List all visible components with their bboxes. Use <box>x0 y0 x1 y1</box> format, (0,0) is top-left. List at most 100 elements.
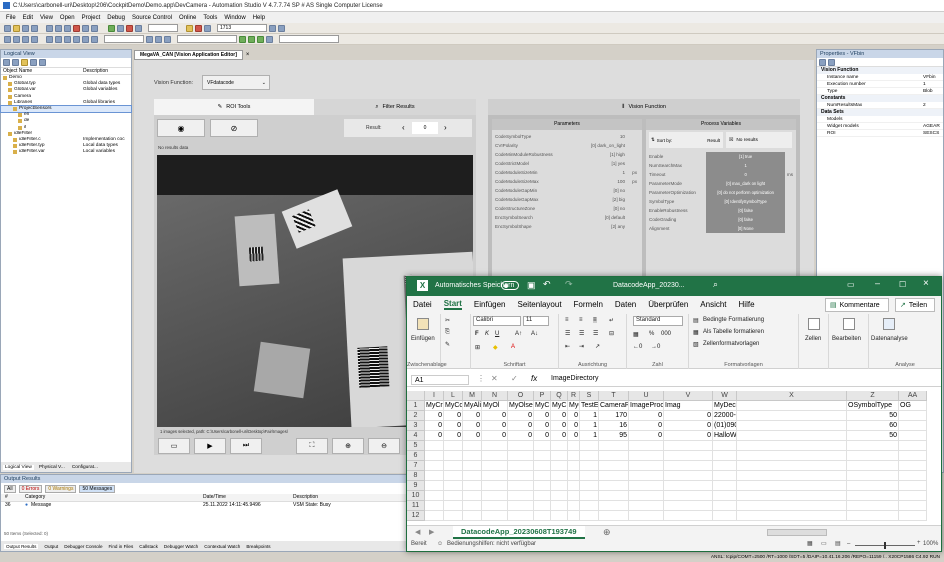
table-cell[interactable] <box>551 461 568 471</box>
table-cell[interactable] <box>551 441 568 451</box>
table-cell[interactable]: 0 <box>463 431 482 441</box>
filter-messages-button[interactable]: 50 Messages <box>79 484 116 493</box>
find-next-icon[interactable] <box>278 24 285 32</box>
table-cell[interactable] <box>534 451 551 461</box>
menu-item[interactable]: Window <box>224 15 245 21</box>
redo-icon[interactable] <box>91 24 98 32</box>
ribbon-tab[interactable]: Überprüfen <box>648 300 688 309</box>
table-cell[interactable] <box>899 411 927 421</box>
add-object-icon[interactable] <box>3 59 10 66</box>
table-cell[interactable]: 0 <box>425 421 444 431</box>
table-cell[interactable] <box>568 451 580 461</box>
maximize-icon[interactable]: ☐ <box>899 280 906 289</box>
alphabetical-icon[interactable] <box>828 58 835 66</box>
property-section[interactable]: Vision Function <box>817 67 943 74</box>
property-section[interactable]: Constants <box>817 95 943 102</box>
table-cell[interactable] <box>664 491 713 501</box>
table-cell[interactable] <box>444 441 463 451</box>
menu-item[interactable]: Debug <box>107 15 125 21</box>
share-button[interactable]: ↗ Teilen <box>895 298 935 312</box>
redo-icon[interactable]: ↷ <box>565 279 573 290</box>
table-cell[interactable] <box>551 501 568 511</box>
table-cell[interactable] <box>551 481 568 491</box>
table-cell[interactable] <box>847 441 899 451</box>
process-variable-row[interactable]: Enable [1] true <box>649 152 793 161</box>
table-cell[interactable] <box>629 491 664 501</box>
undo-icon[interactable] <box>82 24 89 32</box>
italic-icon[interactable]: K <box>485 331 489 337</box>
zoom-in-icon[interactable] <box>46 35 53 43</box>
parameter-row[interactable]: CodeStructureZone [0] no <box>495 204 639 213</box>
row-header[interactable]: 12 <box>407 511 425 521</box>
align-bottom-icon[interactable]: ≡ <box>593 317 597 323</box>
step-into-icon[interactable] <box>239 35 246 43</box>
add-sheet-icon[interactable]: ⊕ <box>603 527 611 538</box>
table-cell[interactable] <box>664 501 713 511</box>
sheet-tab-active[interactable]: DatacodeApp_20230608T193749 <box>453 526 585 539</box>
table-cell[interactable] <box>580 441 599 451</box>
table-cell[interactable]: 50 <box>847 431 899 441</box>
uncomment-icon[interactable] <box>31 35 38 43</box>
table-cell[interactable]: 0 <box>482 431 508 441</box>
table-cell[interactable]: MyC <box>551 401 568 411</box>
prev-result-icon[interactable]: ‹ <box>402 123 405 132</box>
autosave-toggle[interactable] <box>501 281 519 290</box>
table-row[interactable]: 36 ● Message 25.11.2022 14:11:45.9496 VS… <box>1 502 419 510</box>
table-cell[interactable] <box>713 471 737 481</box>
tab-filter-results[interactable]: ⌕ Filter Results <box>314 99 476 115</box>
table-cell[interactable] <box>508 451 534 461</box>
property-row[interactable]: Execution number 1 <box>817 81 943 88</box>
table-cell[interactable]: MyOi <box>568 401 580 411</box>
table-cell[interactable]: 0 <box>444 411 463 421</box>
table-cell[interactable] <box>737 431 847 441</box>
row-header[interactable]: 7 <box>407 461 425 471</box>
fast-forward-button[interactable]: ⏭ <box>230 438 262 454</box>
table-cell[interactable] <box>713 481 737 491</box>
font-color-icon[interactable]: A <box>511 344 515 350</box>
table-cell[interactable] <box>534 501 551 511</box>
parameter-row[interactable]: CodeSymbolType 10 <box>495 132 639 141</box>
table-cell[interactable]: 0 <box>534 431 551 441</box>
table-cell[interactable] <box>534 441 551 451</box>
find-icon[interactable] <box>269 24 276 32</box>
table-cell[interactable] <box>899 481 927 491</box>
table-cell[interactable] <box>580 481 599 491</box>
parameter-row[interactable]: CodeModuleSizeMax 100 px <box>495 177 639 186</box>
table-cell[interactable] <box>425 501 444 511</box>
table-cell[interactable] <box>847 491 899 501</box>
table-cell[interactable]: 0 <box>508 421 534 431</box>
align-right-icon[interactable]: ☰ <box>593 330 598 337</box>
cut-icon[interactable] <box>46 24 53 32</box>
menu-item[interactable]: Tools <box>203 15 217 21</box>
column-header[interactable]: P <box>534 391 551 401</box>
table-cell[interactable]: 16 <box>599 421 629 431</box>
next-sheet-icon[interactable]: ▶ <box>429 528 434 536</box>
table-cell[interactable] <box>847 511 899 521</box>
column-header[interactable]: O <box>508 391 534 401</box>
layout-icon[interactable] <box>91 35 98 43</box>
show-roi-button[interactable]: ◉ <box>157 119 205 137</box>
undo-icon[interactable]: ↶ <box>543 279 551 290</box>
row-header[interactable]: 3 <box>407 421 425 431</box>
table-cell[interactable] <box>713 491 737 501</box>
row-header[interactable]: 1 <box>407 401 425 411</box>
table-cell[interactable] <box>664 471 713 481</box>
table-cell[interactable] <box>551 471 568 481</box>
table-cell[interactable]: 1 <box>580 421 599 431</box>
cascade-icon[interactable] <box>155 35 162 43</box>
pane-tab[interactable]: Logical View <box>3 464 34 470</box>
table-cell[interactable]: 0 <box>568 421 580 431</box>
table-cell[interactable] <box>664 451 713 461</box>
pane-tab[interactable]: Physical V... <box>37 465 67 470</box>
table-cell[interactable]: 0 <box>444 421 463 431</box>
table-cell[interactable] <box>899 501 927 511</box>
border-icon[interactable]: ⊞ <box>475 344 480 351</box>
parameter-row[interactable]: EncSymbolShape [2] any <box>495 222 639 231</box>
column-header[interactable]: AA <box>899 391 927 401</box>
build-icon[interactable] <box>108 24 115 32</box>
breakpoint-icon[interactable] <box>266 35 273 43</box>
table-cell[interactable]: 0 <box>482 421 508 431</box>
table-cell[interactable] <box>482 461 508 471</box>
menu-item[interactable]: Open <box>60 15 75 21</box>
table-cell[interactable]: 0 <box>664 431 713 441</box>
